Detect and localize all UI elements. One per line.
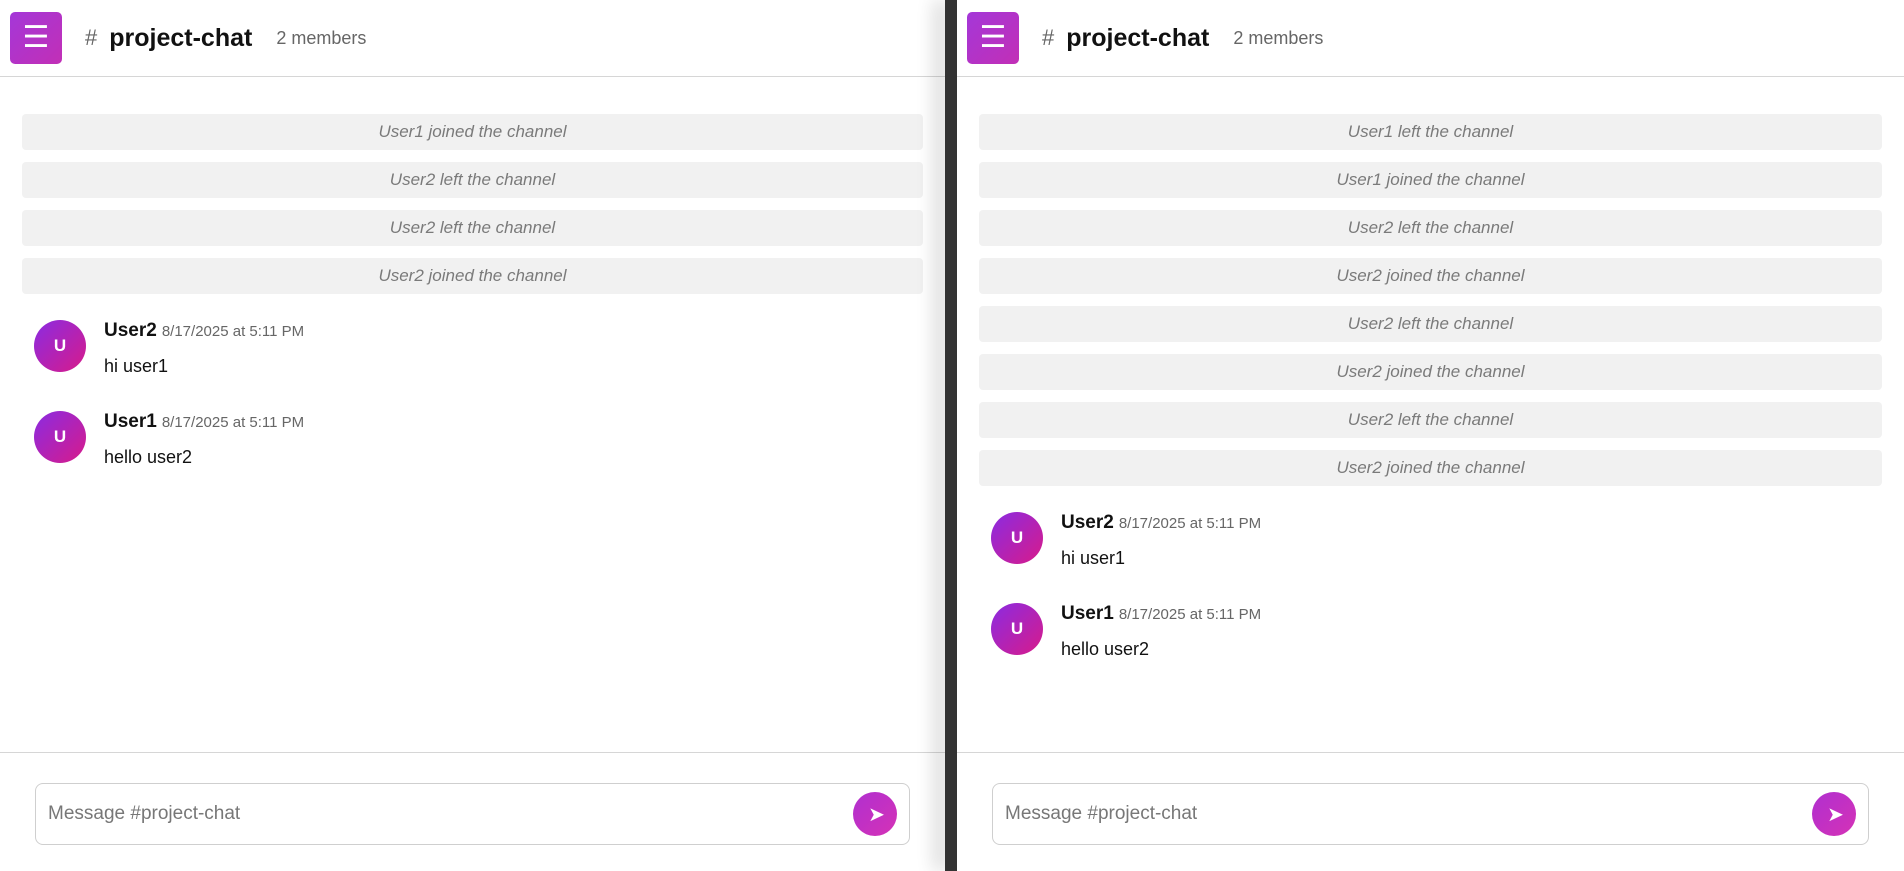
send-icon: ➤ bbox=[868, 802, 885, 826]
message-author[interactable]: User2 bbox=[104, 320, 157, 342]
window-divider bbox=[945, 0, 957, 871]
system-message: User2 left the channel bbox=[22, 162, 923, 198]
message-composer: ➤ bbox=[0, 752, 945, 871]
message-meta: User1 8/17/2025 at 5:11 PM bbox=[1061, 603, 1261, 625]
menu-button[interactable]: ☰ bbox=[967, 12, 1019, 64]
hash-icon: # bbox=[1042, 25, 1055, 50]
message-timestamp: 8/17/2025 at 5:11 PM bbox=[161, 414, 305, 431]
message-text: hello user2 bbox=[1061, 639, 1150, 659]
message-input[interactable] bbox=[48, 803, 853, 825]
message-meta: User2 8/17/2025 at 5:11 PM bbox=[104, 320, 304, 342]
chat-message: U User1 8/17/2025 at 5:11 PM hello user2 bbox=[979, 603, 1882, 660]
system-message: User2 left the channel bbox=[979, 402, 1882, 438]
chat-window-right: ☰ # project-chat 2 members User1 left th… bbox=[957, 0, 1904, 871]
chat-window-left: ☰ # project-chat 2 members User1 joined … bbox=[0, 0, 945, 871]
chat-message: U User2 8/17/2025 at 5:11 PM hi user1 bbox=[979, 512, 1882, 569]
avatar[interactable]: U bbox=[34, 320, 86, 372]
message-text: hi user1 bbox=[1061, 548, 1126, 568]
hamburger-icon: ☰ bbox=[22, 20, 50, 55]
channel-name: project-chat bbox=[1066, 23, 1210, 52]
system-message: User2 joined the channel bbox=[979, 450, 1882, 486]
avatar[interactable]: U bbox=[991, 512, 1043, 564]
member-count: 2 members bbox=[276, 27, 367, 48]
system-message: User1 joined the channel bbox=[22, 114, 923, 150]
system-message: User2 joined the channel bbox=[979, 354, 1882, 390]
message-author[interactable]: User1 bbox=[1061, 603, 1114, 625]
send-icon: ➤ bbox=[1827, 802, 1844, 826]
message-body: User2 8/17/2025 at 5:11 PM hi user1 bbox=[1061, 512, 1261, 569]
message-composer: ➤ bbox=[957, 752, 1904, 871]
menu-button[interactable]: ☰ bbox=[10, 12, 62, 64]
message-body: User2 8/17/2025 at 5:11 PM hi user1 bbox=[104, 320, 304, 377]
message-author[interactable]: User1 bbox=[104, 411, 157, 433]
message-meta: User2 8/17/2025 at 5:11 PM bbox=[1061, 512, 1261, 534]
system-message: User2 joined the channel bbox=[979, 258, 1882, 294]
member-count: 2 members bbox=[1233, 27, 1324, 48]
message-body: User1 8/17/2025 at 5:11 PM hello user2 bbox=[104, 411, 304, 468]
message-list[interactable]: User1 joined the channel User2 left the … bbox=[0, 77, 945, 752]
message-input[interactable] bbox=[1005, 803, 1812, 825]
channel-header: ☰ # project-chat 2 members bbox=[0, 0, 945, 77]
message-meta: User1 8/17/2025 at 5:11 PM bbox=[104, 411, 304, 433]
message-text: hi user1 bbox=[104, 356, 169, 376]
chat-message: U User1 8/17/2025 at 5:11 PM hello user2 bbox=[22, 411, 923, 468]
system-message: User2 left the channel bbox=[22, 210, 923, 246]
message-input-wrapper: ➤ bbox=[35, 783, 910, 845]
message-body: User1 8/17/2025 at 5:11 PM hello user2 bbox=[1061, 603, 1261, 660]
message-timestamp: 8/17/2025 at 5:11 PM bbox=[1118, 515, 1262, 532]
send-button[interactable]: ➤ bbox=[853, 792, 897, 836]
message-author[interactable]: User2 bbox=[1061, 512, 1114, 534]
avatar[interactable]: U bbox=[34, 411, 86, 463]
hash-icon: # bbox=[85, 25, 98, 50]
system-message: User2 joined the channel bbox=[22, 258, 923, 294]
avatar[interactable]: U bbox=[991, 603, 1043, 655]
message-text: hello user2 bbox=[104, 447, 193, 467]
system-message: User1 joined the channel bbox=[979, 162, 1882, 198]
system-message: User2 left the channel bbox=[979, 210, 1882, 246]
message-timestamp: 8/17/2025 at 5:11 PM bbox=[1118, 606, 1262, 623]
system-message: User1 left the channel bbox=[979, 114, 1882, 150]
system-message: User2 left the channel bbox=[979, 306, 1882, 342]
message-list[interactable]: User1 left the channel User1 joined the … bbox=[957, 77, 1904, 752]
message-input-wrapper: ➤ bbox=[992, 783, 1869, 845]
channel-name: project-chat bbox=[109, 23, 253, 52]
message-timestamp: 8/17/2025 at 5:11 PM bbox=[161, 323, 305, 340]
channel-header: ☰ # project-chat 2 members bbox=[957, 0, 1904, 77]
hamburger-icon: ☰ bbox=[979, 20, 1007, 55]
send-button[interactable]: ➤ bbox=[1812, 792, 1856, 836]
chat-message: U User2 8/17/2025 at 5:11 PM hi user1 bbox=[22, 320, 923, 377]
